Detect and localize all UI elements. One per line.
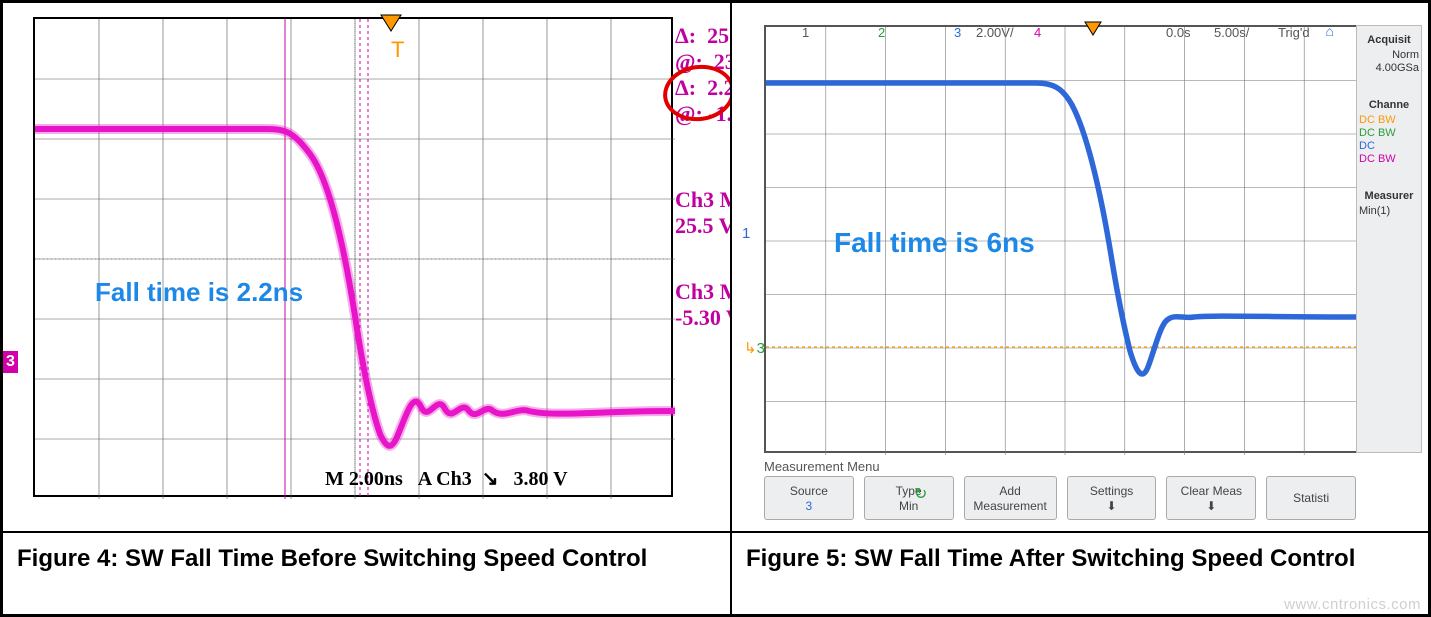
trigger-marker-icon [379,13,403,33]
edge-icon: ↘ [482,468,499,490]
menu-title: Measurement Menu [764,459,1356,474]
menu-type-button[interactable]: TypeMin [864,476,954,520]
trigger-t-icon: T [391,37,404,63]
cursor-icon: ⌂ [1326,23,1334,39]
fall-time-annotation: Fall time is 2.2ns [95,277,303,308]
scope-screen-before: T Fall time is 2.2ns M 2.00ns A Ch3 ↘ 3.… [33,17,673,497]
menu-source-button[interactable]: Source3 [764,476,854,520]
figure-4-caption: Figure 4: SW Fall Time Before Switching … [2,532,731,615]
ch1-marker-icon: 1 [742,225,750,242]
refresh-icon[interactable]: ↻ [914,484,927,504]
watermark-text: www.cntronics.com [1284,596,1421,613]
menu-add-button[interactable]: AddMeasurement [964,476,1057,520]
menu-settings-button[interactable]: Settings⬇ [1067,476,1157,520]
trigger-marker-icon [1084,21,1102,37]
top-scale-readout: 1 2 3 2.00V/ 4 0.0s 5.00s/ Trig'd ⌂ [766,25,1360,43]
chevron-down-icon: ⬇ [1206,499,1216,513]
menu-stats-button[interactable]: Statisti [1266,476,1356,520]
channel-3-tag-icon: 3 [3,351,18,373]
grid-lines [35,19,675,499]
menu-clear-button[interactable]: Clear Meas⬇ [1166,476,1256,520]
cursor-readout-panel: Δ: 25.3 @: 23.0 Δ: 2.20 @: -1.48 Ch3 Ma … [675,23,731,331]
chevron-down-icon: ⬇ [1107,499,1117,513]
fall-time-annotation: Fall time is 6ns [834,227,1035,259]
measurement-menu: Measurement Menu ↻ Source3 TypeMin AddMe… [764,459,1356,529]
scope-screen-after: 1 2 3 2.00V/ 4 0.0s 5.00s/ Trig'd ⌂ [764,25,1362,453]
figure-pair: 3 [0,0,1431,617]
right-side-panel: Acquisit Norm 4.00GSa Channe DC BW DC BW… [1356,25,1422,453]
figure-5-panel: 1 2 3 2.00V/ 4 0.0s 5.00s/ Trig'd ⌂ [731,2,1429,532]
ground-marker-icon: ↳3 [744,339,765,357]
horizontal-scale-readout: M 2.00ns A Ch3 ↘ 3.80 V [325,466,568,491]
figure-4-panel: 3 [2,2,731,532]
